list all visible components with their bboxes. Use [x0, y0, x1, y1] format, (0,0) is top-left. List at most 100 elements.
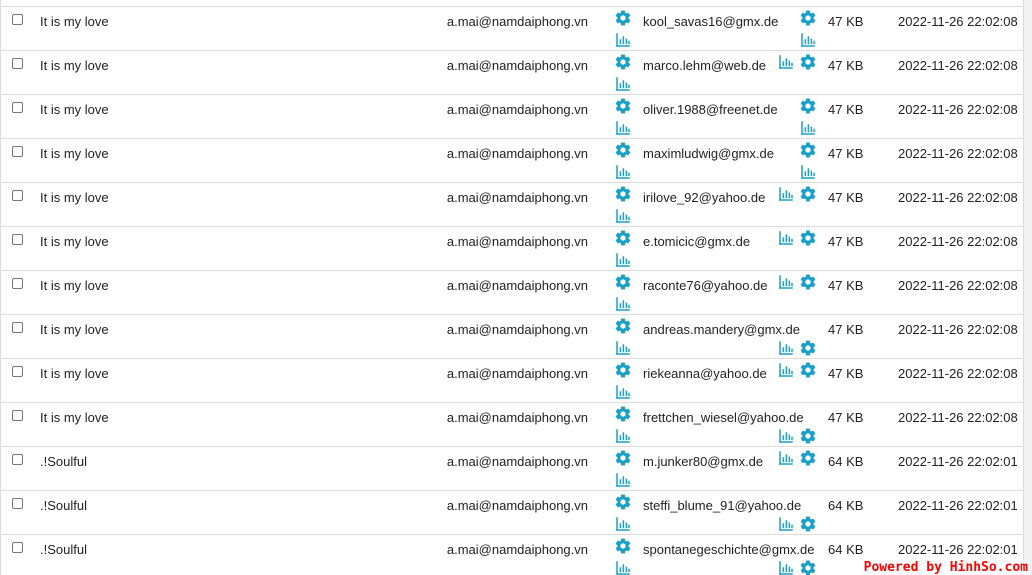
recipient-settings-gear-icon[interactable]	[799, 449, 817, 467]
subject-text: .!Soulful	[40, 498, 87, 513]
sender-email: a.mai@namdaiphong.vn	[446, 58, 588, 73]
sender-email: a.mai@namdaiphong.vn	[446, 498, 588, 513]
sender-stats-chart-icon[interactable]	[614, 515, 632, 533]
recipient-settings-gear-icon[interactable]	[799, 141, 817, 159]
table-row[interactable]: It is my love a.mai@namdaiphong.vn marco.l…	[1, 51, 1023, 95]
recipient-settings-gear-icon[interactable]	[799, 229, 817, 247]
table-row[interactable]: It is my love a.mai@namdaiphong.vn andreas…	[1, 315, 1023, 359]
sender-stats-chart-icon[interactable]	[614, 31, 632, 49]
recipient-email: steffi_blume_91@yahoo.de	[643, 498, 802, 513]
row-checkbox[interactable]	[12, 454, 23, 465]
recipient-stats-chart-icon[interactable]	[799, 119, 817, 137]
recipient-settings-gear-icon[interactable]	[799, 53, 817, 71]
recipient-settings-gear-icon[interactable]	[799, 515, 817, 533]
row-checkbox[interactable]	[12, 410, 23, 421]
recipient-settings-gear-icon[interactable]	[799, 559, 817, 575]
recipient-stats-chart-icon[interactable]	[777, 449, 795, 467]
sender-settings-gear-icon[interactable]	[614, 537, 632, 555]
sender-stats-chart-icon[interactable]	[614, 119, 632, 137]
table-row[interactable]: It is my love a.mai@namdaiphong.vn riekean…	[1, 359, 1023, 403]
recipient-email: riekeanna@yahoo.de	[643, 366, 767, 381]
recipient-stats-chart-icon[interactable]	[777, 53, 795, 71]
row-checkbox[interactable]	[12, 14, 23, 25]
message-size: 64 KB	[828, 498, 864, 513]
row-checkbox[interactable]	[12, 278, 23, 289]
recipient-stats-chart-icon[interactable]	[777, 339, 795, 357]
table-row[interactable]: It is my love a.mai@namdaiphong.vn raconte…	[1, 271, 1023, 315]
sender-settings-gear-icon[interactable]	[614, 185, 632, 203]
row-checkbox[interactable]	[12, 366, 23, 377]
recipient-settings-gear-icon[interactable]	[799, 427, 817, 445]
recipient-stats-chart-icon[interactable]	[777, 427, 795, 445]
subject-text: It is my love	[40, 278, 109, 293]
timestamp: 2022-11-26 22:02:08	[898, 410, 1018, 425]
row-checkbox[interactable]	[12, 190, 23, 201]
table-row[interactable]: It is my love a.mai@namdaiphong.vn oliver.…	[1, 95, 1023, 139]
sender-settings-gear-icon[interactable]	[614, 97, 632, 115]
sender-stats-chart-icon[interactable]	[614, 251, 632, 269]
sender-settings-gear-icon[interactable]	[614, 405, 632, 423]
recipient-email: frettchen_wiesel@yahoo.de	[643, 410, 804, 425]
recipient-stats-chart-icon[interactable]	[799, 163, 817, 181]
recipient-email: maximludwig@gmx.de	[643, 146, 774, 161]
subject-text: .!Soulful	[40, 542, 87, 557]
row-checkbox[interactable]	[12, 58, 23, 69]
message-size: 47 KB	[828, 190, 864, 205]
table-row[interactable]: .!Soulful a.mai@namdaiphong.vn m.junker80@…	[1, 447, 1023, 491]
recipient-email: e.tomicic@gmx.de	[643, 234, 751, 249]
message-size: 47 KB	[828, 410, 864, 425]
sender-settings-gear-icon[interactable]	[614, 141, 632, 159]
sender-settings-gear-icon[interactable]	[614, 361, 632, 379]
recipient-email: m.junker80@gmx.de	[643, 454, 764, 469]
table-row[interactable]: It is my love a.mai@namdaiphong.vn kool_sa…	[1, 7, 1023, 51]
row-checkbox[interactable]	[12, 498, 23, 509]
recipient-email: kool_savas16@gmx.de	[643, 14, 779, 29]
table-row[interactable]: It is my love a.mai@namdaiphong.vn maximlu…	[1, 139, 1023, 183]
recipient-settings-gear-icon[interactable]	[799, 185, 817, 203]
vertical-scrollbar[interactable]	[1024, 0, 1032, 575]
recipient-stats-chart-icon[interactable]	[777, 273, 795, 291]
recipient-stats-chart-icon[interactable]	[777, 185, 795, 203]
sender-stats-chart-icon[interactable]	[614, 383, 632, 401]
recipient-email: raconte76@yahoo.de	[643, 278, 768, 293]
row-checkbox[interactable]	[12, 322, 23, 333]
sender-settings-gear-icon[interactable]	[614, 273, 632, 291]
sender-stats-chart-icon[interactable]	[614, 339, 632, 357]
sender-settings-gear-icon[interactable]	[614, 449, 632, 467]
table-row[interactable]: It is my love a.mai@namdaiphong.vn irilove…	[1, 183, 1023, 227]
sender-stats-chart-icon[interactable]	[614, 75, 632, 93]
row-checkbox[interactable]	[12, 542, 23, 553]
recipient-stats-chart-icon[interactable]	[799, 31, 817, 49]
recipient-stats-chart-icon[interactable]	[777, 559, 795, 575]
sender-stats-chart-icon[interactable]	[614, 207, 632, 225]
timestamp: 2022-11-26 22:02:08	[898, 14, 1018, 29]
sender-stats-chart-icon[interactable]	[614, 427, 632, 445]
table-row[interactable]: It is my love a.mai@namdaiphong.vn frettch…	[1, 403, 1023, 447]
sender-settings-gear-icon[interactable]	[614, 229, 632, 247]
table-row[interactable]: It is my love a.mai@namdaiphong.vn e.tomic…	[1, 227, 1023, 271]
row-checkbox[interactable]	[12, 102, 23, 113]
sender-settings-gear-icon[interactable]	[614, 493, 632, 511]
sender-stats-chart-icon[interactable]	[614, 163, 632, 181]
recipient-stats-chart-icon[interactable]	[777, 229, 795, 247]
subject-text: It is my love	[40, 234, 109, 249]
sender-settings-gear-icon[interactable]	[614, 53, 632, 71]
recipient-stats-chart-icon[interactable]	[777, 361, 795, 379]
recipient-settings-gear-icon[interactable]	[799, 273, 817, 291]
sender-stats-chart-icon[interactable]	[614, 471, 632, 489]
recipient-settings-gear-icon[interactable]	[799, 339, 817, 357]
recipient-email: irilove_92@yahoo.de	[643, 190, 766, 205]
sender-stats-chart-icon[interactable]	[614, 559, 632, 575]
recipient-settings-gear-icon[interactable]	[799, 361, 817, 379]
table-row[interactable]: .!Soulful a.mai@namdaiphong.vn steffi_blum…	[1, 491, 1023, 535]
recipient-settings-gear-icon[interactable]	[799, 9, 817, 27]
sender-settings-gear-icon[interactable]	[614, 9, 632, 27]
row-checkbox[interactable]	[12, 146, 23, 157]
sender-stats-chart-icon[interactable]	[614, 295, 632, 313]
recipient-email: marco.lehm@web.de	[643, 58, 767, 73]
sender-settings-gear-icon[interactable]	[614, 317, 632, 335]
recipient-settings-gear-icon[interactable]	[799, 97, 817, 115]
message-table: It is my love a.mai@namdaiphong.vn kool_sa…	[1, 7, 1023, 575]
recipient-stats-chart-icon[interactable]	[777, 515, 795, 533]
row-checkbox[interactable]	[12, 234, 23, 245]
